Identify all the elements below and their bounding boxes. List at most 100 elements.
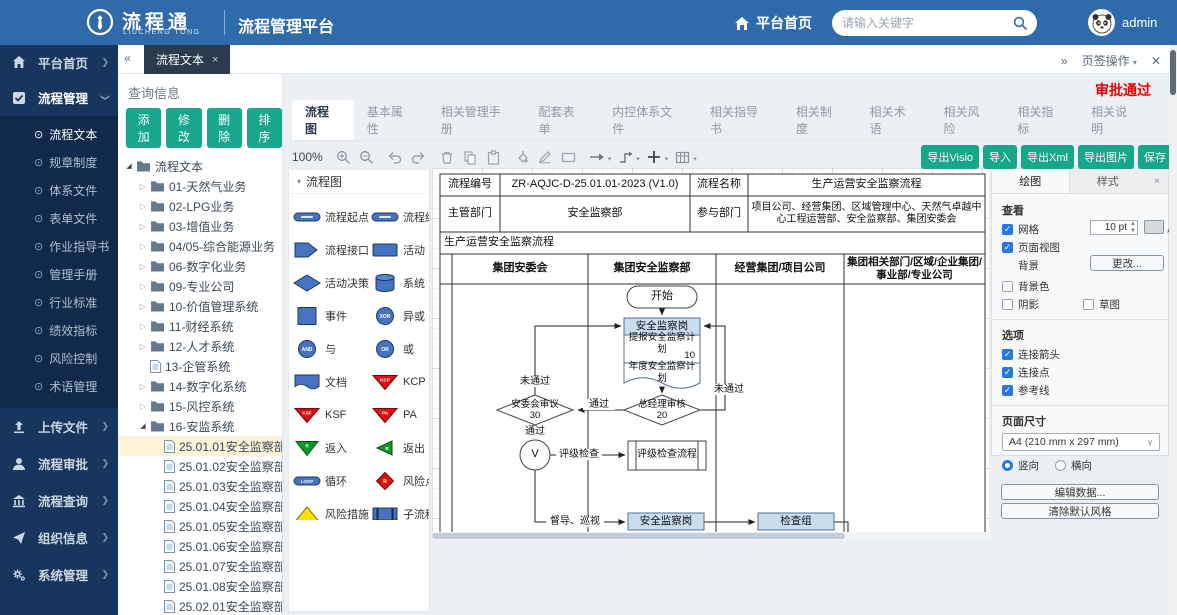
tree-folder[interactable]: ▷01-天然气业务 [118,176,282,196]
shape-event[interactable]: 事件 [291,299,369,332]
tab-risks[interactable]: 相关风险 [930,100,1004,140]
tree-file[interactable]: 25.02.01安全监察部-双重预 [118,596,282,615]
sidebar-item-industry-std[interactable]: ⊙行业标准 [0,288,118,316]
shape-kcp[interactable]: KCPKCP [369,365,429,398]
add-button[interactable]: 添加 [126,108,161,148]
shape-and[interactable]: AND与 [291,332,369,365]
tree-file[interactable]: 25.01.07安全监察部-安全监 [118,556,282,576]
shape-risk-point[interactable]: R风险点 [369,464,429,497]
format-tab-style[interactable]: 样式 [1070,169,1147,193]
export-xml-button[interactable]: 导出Xml [1021,145,1074,169]
shape-or[interactable]: OR或 [369,332,429,365]
tree-file[interactable]: 25.01.06安全监察部-安全监 [118,536,282,556]
connector-style-icon[interactable] [617,149,634,166]
format-panel-close-icon[interactable]: × [1146,169,1168,193]
tab-operations-dropdown[interactable]: 页签操作 ▾ [1082,52,1137,69]
tree-folder[interactable]: ▷03-增值业务 [118,216,282,236]
shape-xor[interactable]: XOR异或 [369,299,429,332]
nav-platform-home[interactable]: 平台首页 [735,13,812,33]
edit-button[interactable]: 修改 [166,108,201,148]
tree-root[interactable]: ◢流程文本 [118,156,282,176]
palette-section-header[interactable]: ▾流程图 [289,170,429,194]
avatar[interactable] [1088,9,1115,36]
sidebar-item-form-files[interactable]: ⊙表单文件 [0,204,118,232]
sidebar-item-risk-control[interactable]: ⊙风险控制 [0,344,118,372]
tab-flow-diagram[interactable]: 流程图 [292,100,354,140]
guides-checkbox[interactable]: ✓ [1002,385,1013,396]
format-tab-diagram[interactable]: 绘图 [992,169,1070,193]
shape-return-out[interactable]: R返出 [369,431,429,464]
bg-color-checkbox[interactable] [1002,281,1013,292]
save-button[interactable]: 保存 [1138,145,1172,169]
tab-internal-control-files[interactable]: 内控体系文件 [599,100,697,140]
tree-folder[interactable]: ▷12-人才系统 [118,336,282,356]
tab-indicators[interactable]: 相关指标 [1004,100,1078,140]
tree-folder[interactable]: ▷11-财经系统 [118,316,282,336]
collapse-tabs-icon[interactable]: « [124,51,131,65]
tree-folder[interactable]: ▷10-价值管理系统 [118,296,282,316]
tree-file[interactable]: 25.01.02安全监察部-安全监 [118,456,282,476]
conn-points-checkbox[interactable]: ✓ [1002,367,1013,378]
paste-icon[interactable] [485,149,502,166]
sidebar-item-mgmt-manual[interactable]: ⊙管理手册 [0,260,118,288]
username[interactable]: admin [1122,15,1157,30]
grid-size-input[interactable]: 10 pt▲▼ [1090,220,1138,235]
zoom-in-icon[interactable] [335,149,352,166]
shape-risk-measure[interactable]: 风险措施 [291,497,369,520]
node-task-plan[interactable]: 提报安全监察计划 [625,337,699,350]
shadow-checkbox[interactable] [1002,299,1013,310]
table-icon[interactable] [674,149,691,166]
clear-default-style-button[interactable]: 清除默认风格 [1001,503,1159,519]
tree-folder[interactable]: ▷06-数字化业务 [118,256,282,276]
tree-folder[interactable]: ▷15-风控系统 [118,396,282,416]
node-post-2[interactable]: 安全监察岗 [628,513,704,530]
sidebar-item-terms[interactable]: ⊙术语管理 [0,372,118,400]
tab-guides[interactable]: 相关指导书 [697,100,783,140]
shape-return-in[interactable]: R返入 [291,431,369,464]
portrait-radio[interactable] [1002,460,1013,471]
insert-shape-icon[interactable] [646,149,663,166]
export-visio-button[interactable]: 导出Visio [921,145,979,169]
scroll-tabs-icon[interactable]: » [1061,54,1068,68]
sidebar-item-process-mgmt[interactable]: 流程管理❯ [0,79,118,116]
page-size-select[interactable]: A4 (210 mm x 297 mm)∨ [1002,433,1160,451]
sidebar-item-regulations[interactable]: ⊙规章制度 [0,148,118,176]
close-tab-icon[interactable]: × [212,54,218,66]
tab-mgmt-manuals[interactable]: 相关管理手册 [428,100,526,140]
undo-icon[interactable] [387,149,404,166]
node-doc-annual-plan[interactable]: 年度安全监察计划 [625,366,699,380]
zoom-level[interactable]: 100% [292,150,323,164]
node-gateway-v[interactable]: V [520,440,550,470]
node-team-check-group[interactable]: 检查组 [758,513,834,530]
copy-icon[interactable] [462,149,479,166]
sidebar-item-work-guides[interactable]: ⊙作业指导书 [0,232,118,260]
tab-regulations[interactable]: 相关制度 [783,100,857,140]
sketch-checkbox[interactable] [1083,299,1094,310]
tree-folder[interactable]: ▷02-LPG业务 [118,196,282,216]
zoom-out-icon[interactable] [358,149,375,166]
fill-color-icon[interactable] [514,149,531,166]
delete-icon[interactable] [439,149,456,166]
sidebar-item-approval[interactable]: 流程审批❯ [0,445,118,482]
landscape-radio[interactable] [1055,460,1066,471]
shape-pa[interactable]: PAPA [369,398,429,431]
sidebar-item-home[interactable]: 平台首页❯ [0,45,118,79]
tree-file[interactable]: 13-企管系统 [118,356,282,376]
edit-data-button[interactable]: 编辑数据... [1001,484,1159,500]
canvas-hscrollbar[interactable] [432,532,989,540]
hscrollbar-thumb[interactable] [432,533,845,539]
sidebar-item-org-info[interactable]: 组织信息❯ [0,519,118,556]
shape-loop[interactable]: LOOP循环 [291,464,369,497]
change-background-button[interactable]: 更改... [1090,255,1164,271]
conn-arrows-checkbox[interactable]: ✓ [1002,349,1013,360]
page-view-checkbox[interactable]: ✓ [1002,242,1013,253]
tab-basic-attrs[interactable]: 基本属性 [354,100,428,140]
close-all-icon[interactable]: ✕ [1151,54,1161,68]
tree-folder[interactable]: ▷14-数字化系统 [118,376,282,396]
tree-folder[interactable]: ▷09-专业公司 [118,276,282,296]
tree-folder[interactable]: ▷04/05-综合能源业务 [118,236,282,256]
shape-document[interactable]: 文档 [291,365,369,398]
shape-decision[interactable]: 活动决策 [291,266,369,299]
tab-terms[interactable]: 相关术语 [857,100,931,140]
pencil-icon[interactable] [537,149,554,166]
